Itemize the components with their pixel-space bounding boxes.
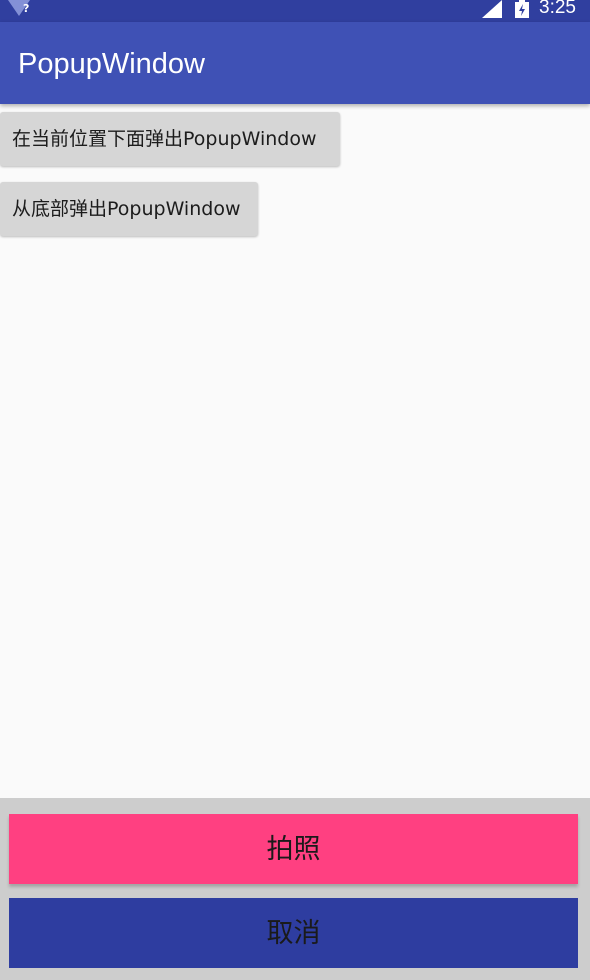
bottom-popup-window: 拍照 取消 xyxy=(0,798,590,980)
status-clock: 3:25 xyxy=(539,0,576,18)
battery-charging-icon xyxy=(515,0,529,18)
status-bar: ? 3:25 xyxy=(0,0,590,22)
app-bar: PopupWindow xyxy=(0,22,590,104)
signal-icon xyxy=(482,0,502,18)
take-photo-button[interactable]: 拍照 xyxy=(9,814,578,884)
wifi-unknown-badge: ? xyxy=(23,2,30,15)
show-popup-bottom-button[interactable]: 从底部弹出PopupWindow xyxy=(0,182,258,236)
cancel-button[interactable]: 取消 xyxy=(9,898,578,968)
show-popup-below-button[interactable]: 在当前位置下面弹出PopupWindow xyxy=(0,112,340,166)
page-title: PopupWindow xyxy=(18,48,205,80)
